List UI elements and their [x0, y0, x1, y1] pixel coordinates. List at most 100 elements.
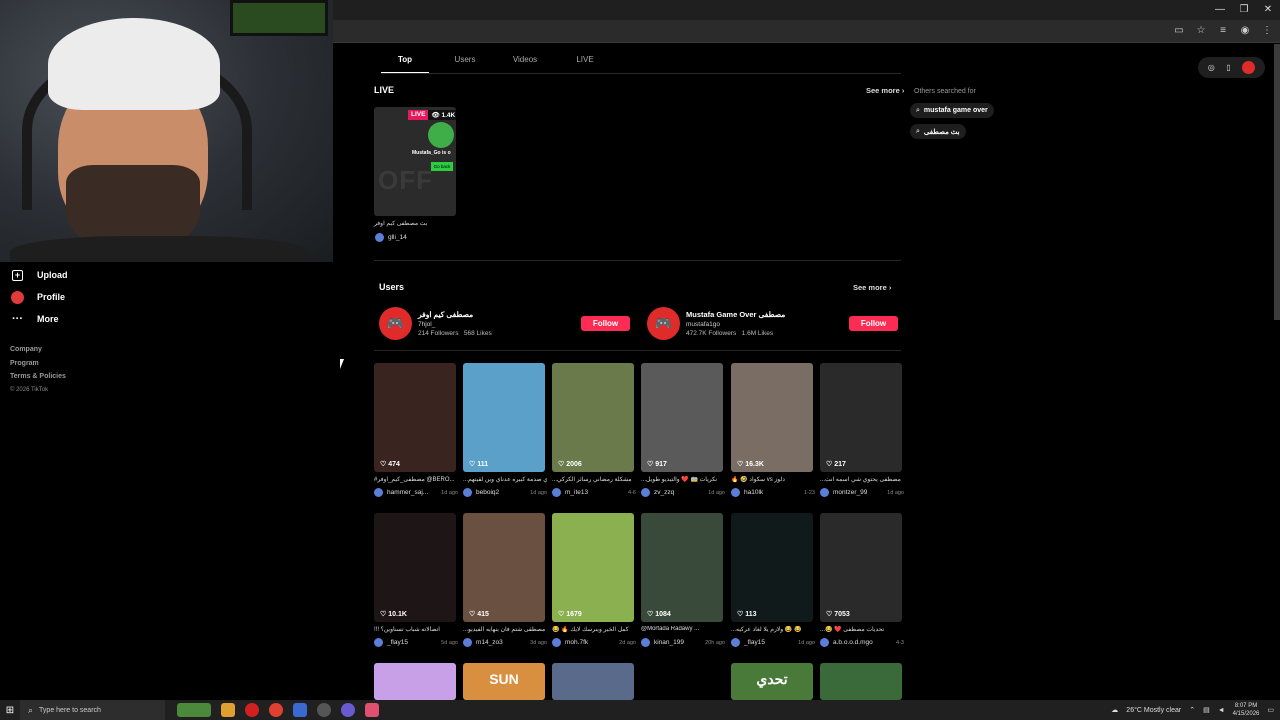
close-icon[interactable]: ✕: [1256, 0, 1280, 20]
video-card[interactable]: ♡ 1679: [552, 513, 634, 622]
video-caption[interactable]: ...نكريات 🚋 ❤️ والتيديو طويل: [641, 476, 725, 483]
search-icon: ⌕: [916, 127, 920, 135]
video-author[interactable]: moh.7fk 2d ago: [552, 638, 636, 647]
video-author[interactable]: m_ite13 4-6: [552, 488, 636, 497]
video-card[interactable]: ♡ 10.1K: [374, 513, 456, 622]
sidebar-item-profile[interactable]: Profile: [10, 286, 310, 308]
video-author[interactable]: _flay15 5d ago: [374, 638, 458, 647]
like-count: ♡ 415: [469, 611, 489, 618]
video-caption[interactable]: 😂 🔥 كمل الخير وينرسك لايك: [552, 626, 636, 633]
bookmark-star-icon[interactable]: ☆: [1194, 23, 1208, 39]
video-caption[interactable]: 🔥 🤣 سكواد vs دلوز: [731, 476, 815, 483]
scrollbar[interactable]: [1274, 44, 1280, 320]
video-card[interactable]: SUN: [463, 663, 545, 700]
avatar: [731, 638, 740, 647]
screen-cast-icon[interactable]: ▭: [1172, 23, 1186, 39]
video-caption[interactable]: ...ينم مصطفى شتم فان بنهايه الفيديو: [463, 626, 547, 633]
suggested-search-chip[interactable]: ⌕ mustafa game over: [910, 103, 994, 118]
video-card[interactable]: ♡ 917: [641, 363, 723, 472]
sidebar-item-upload[interactable]: + Upload: [10, 264, 310, 286]
network-icon[interactable]: ▤: [1203, 706, 1210, 714]
restore-icon[interactable]: ❐: [1232, 0, 1256, 20]
video-caption[interactable]: ...ي صدمة كبيره عدناي وين لقيتهم: [463, 476, 547, 483]
video-caption[interactable]: ...مشكلة رمضاني رسائر الكركي: [552, 476, 636, 483]
video-author[interactable]: _flay15 1d ago: [731, 638, 815, 647]
file-explorer-icon[interactable]: [221, 703, 235, 717]
video-card[interactable]: ♡ 217: [820, 363, 902, 472]
minimize-icon[interactable]: —: [1208, 0, 1232, 20]
video-card[interactable]: ♡ 1084: [641, 513, 723, 622]
divider: [374, 260, 901, 261]
user-result[interactable]: 🎮 مصطفى كيم اوفر 7hjol_ 214 Followers 56…: [379, 307, 492, 340]
volume-icon[interactable]: ◄: [1218, 707, 1225, 714]
video-caption[interactable]: ...😂 ❤️ تحديات مصطفى: [820, 626, 904, 633]
video-author[interactable]: m14_zo3 3d ago: [463, 638, 547, 647]
app-icon[interactable]: [293, 703, 307, 717]
clock[interactable]: 8:07 PM 4/15/2026: [1233, 702, 1260, 718]
extensions-icon[interactable]: ≡: [1216, 23, 1230, 39]
users-see-more-link[interactable]: See more ›: [853, 283, 891, 292]
video-card[interactable]: [374, 663, 456, 700]
video-card[interactable]: ♡ 16.3K: [731, 363, 813, 472]
live-caption[interactable]: بث مصطفى كيم اوفر: [374, 220, 427, 227]
live-user[interactable]: glli_14: [375, 233, 407, 242]
video-caption[interactable]: #مصطفى_كيم_اوفر @BERO...: [374, 476, 458, 483]
video-card[interactable]: ♡ 113: [731, 513, 813, 622]
app-icon[interactable]: [365, 703, 379, 717]
notifications-icon[interactable]: ▭: [1267, 706, 1274, 714]
video-author[interactable]: kinan_199 20h ago: [641, 638, 725, 647]
video-author[interactable]: ha10lk 1-23: [731, 488, 815, 497]
windows-start-icon[interactable]: ⊞: [0, 700, 20, 720]
link-terms[interactable]: Terms & Policies: [10, 370, 66, 384]
link-program[interactable]: Program: [10, 357, 66, 371]
phone-icon[interactable]: ▯: [1226, 63, 1230, 72]
weather-text[interactable]: 26°C Mostly clear: [1126, 707, 1181, 714]
chrome-icon[interactable]: [269, 703, 283, 717]
kebab-menu-icon[interactable]: ⋮: [1260, 23, 1274, 39]
profile-icon[interactable]: ◉: [1238, 23, 1252, 39]
video-card[interactable]: [820, 663, 902, 700]
go-back-button[interactable]: Go back: [431, 162, 453, 171]
thumbnail-text: SUN: [489, 671, 519, 687]
search-icon: ⌕: [916, 106, 920, 114]
follow-button[interactable]: Follow: [581, 316, 630, 331]
avatar[interactable]: [1242, 61, 1256, 74]
tab-videos[interactable]: Videos: [501, 55, 549, 73]
sidebar-item-more[interactable]: ··· More: [10, 308, 310, 330]
video-card[interactable]: ♡ 2006: [552, 363, 634, 472]
live-see-more-link[interactable]: See more ›: [866, 86, 904, 95]
opera-icon[interactable]: [245, 703, 259, 717]
tab-live[interactable]: LIVE: [549, 55, 621, 73]
video-author[interactable]: a.b.o.o.d.mgo 4-3: [820, 638, 904, 647]
video-card[interactable]: تحدي: [731, 663, 813, 700]
video-card[interactable]: [641, 663, 723, 700]
video-card[interactable]: ♡ 415: [463, 513, 545, 622]
video-card[interactable]: ♡ 111: [463, 363, 545, 472]
widgets-icon[interactable]: [177, 703, 211, 717]
avatar: [463, 638, 472, 647]
taskbar-search[interactable]: ⌕ Type here to search: [20, 700, 165, 720]
video-author[interactable]: montzer_99 1d ago: [820, 488, 904, 497]
video-author[interactable]: hammer_saj... 1d ago: [374, 488, 458, 497]
follow-button[interactable]: Follow: [849, 316, 898, 331]
video-author[interactable]: beboiq2 1d ago: [463, 488, 547, 497]
tab-top[interactable]: Top: [381, 55, 429, 73]
video-caption[interactable]: ...مصطفى يحتوي شي اسمه انت: [820, 476, 904, 483]
video-author[interactable]: zv_zzq 1d ago: [641, 488, 725, 497]
video-caption[interactable]: ...ولازم يلا لغاد عركيه 😂 😂: [731, 626, 815, 633]
tab-users[interactable]: Users: [429, 55, 501, 73]
tray-chevron-icon[interactable]: ⌃: [1189, 706, 1195, 714]
like-count: ♡ 113: [737, 611, 757, 618]
video-card[interactable]: ♡ 7053: [820, 513, 902, 622]
user-result[interactable]: 🎮 Mustafa Game Over مصطفى mustafa1go 472…: [647, 307, 785, 340]
video-card[interactable]: ♡ 474: [374, 363, 456, 472]
compass-icon[interactable]: ◎: [1208, 63, 1215, 72]
video-caption[interactable]: !!! اتصالاته شباب تسناوين؟: [374, 626, 458, 633]
obs-icon[interactable]: [317, 703, 331, 717]
link-company[interactable]: Company: [10, 343, 66, 357]
video-caption[interactable]: @Mortada Radawy ...: [641, 626, 725, 632]
video-card[interactable]: [552, 663, 634, 700]
discord-icon[interactable]: [341, 703, 355, 717]
suggested-search-chip[interactable]: ⌕ بث مصطفى: [910, 124, 966, 139]
like-count: ♡ 16.3K: [737, 461, 764, 468]
